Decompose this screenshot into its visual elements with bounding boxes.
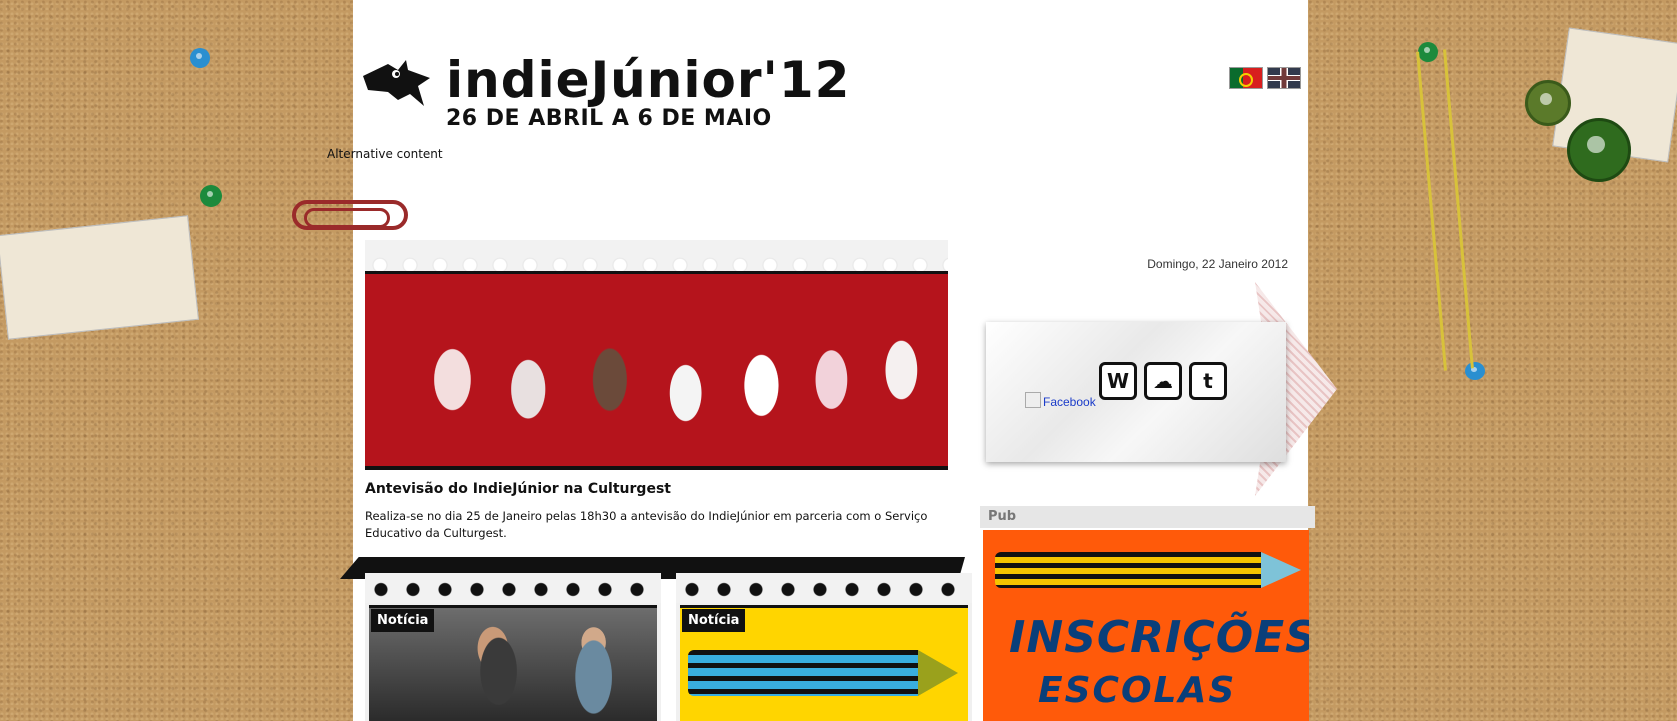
news-tag: Notícia (682, 609, 746, 632)
green-button (1567, 118, 1631, 182)
pencil-icon (995, 552, 1301, 588)
rubber-band (1416, 49, 1474, 371)
news-tag: Notícia (371, 609, 435, 632)
paper-holes (676, 573, 972, 603)
ticket-paris-cine (0, 215, 199, 340)
facebook-link[interactable]: Facebook (1025, 392, 1096, 409)
social-icons: W ☁ t (1099, 362, 1227, 400)
paperclip (292, 200, 408, 230)
featured-text: Realiza-se no dia 25 de Janeiro pelas 18… (365, 509, 928, 540)
portugal-flag-icon[interactable] (1229, 67, 1263, 89)
pub-label: Pub (980, 506, 1315, 528)
featured-image[interactable] (365, 274, 948, 470)
featured-paper-top (365, 240, 948, 276)
pub-banner[interactable]: INSCRIÇÕES ESCOLAS (983, 530, 1309, 721)
cloud-icon[interactable]: ☁ (1144, 362, 1182, 400)
paper-holes (365, 573, 661, 603)
news-card[interactable]: Notícia (365, 573, 661, 721)
uk-flag-icon[interactable] (1267, 67, 1301, 89)
logo-title: indieJúnior'12 (446, 51, 851, 109)
site-logo[interactable]: indieJúnior'12 26 DE ABRIL A 6 DE MAIO (358, 52, 858, 132)
wordpress-icon[interactable]: W (1099, 362, 1137, 400)
bird-logo-icon (363, 60, 430, 106)
green-pushpin (200, 185, 222, 207)
pub-line1: INSCRIÇÕES (1009, 612, 1309, 663)
alternative-content-text: Alternative content (327, 147, 443, 161)
logo-dates: 26 DE ABRIL A 6 DE MAIO (446, 106, 772, 131)
language-switcher (1229, 67, 1301, 89)
green-button (1525, 80, 1571, 126)
blue-pushpin (190, 48, 210, 68)
pencil-icon (688, 650, 958, 696)
current-date: Domingo, 22 Janeiro 2012 (1147, 257, 1288, 271)
featured-title[interactable]: Antevisão do IndieJúnior na Culturgest (365, 481, 671, 497)
news-card[interactable]: Notícia (676, 573, 972, 721)
twitter-icon[interactable]: t (1189, 362, 1227, 400)
pub-line2: ESCOLAS (1038, 670, 1237, 711)
